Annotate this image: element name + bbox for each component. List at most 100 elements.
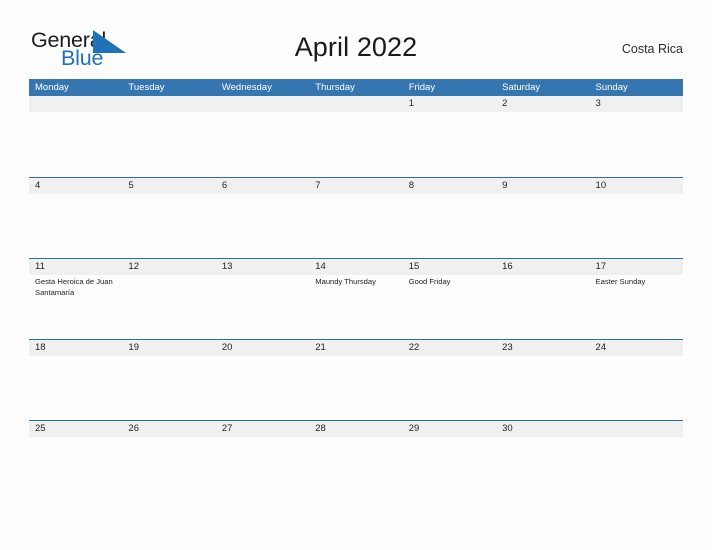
date-number-band: 4 5 6 7 8 9 10 xyxy=(29,177,683,194)
weekday-header-row: Monday Tuesday Wednesday Thursday Friday Satu… xyxy=(29,79,683,96)
day-cell[interactable] xyxy=(29,194,122,258)
day-cell[interactable] xyxy=(496,437,589,501)
day-number[interactable]: 17 xyxy=(590,259,683,275)
weekday-header-tuesday: Tuesday xyxy=(128,82,165,93)
day-cell[interactable] xyxy=(29,112,122,176)
day-cell[interactable] xyxy=(216,356,309,420)
day-number[interactable]: 3 xyxy=(590,96,683,112)
holiday-event: Easter Sunday xyxy=(595,277,646,286)
day-cell[interactable] xyxy=(309,437,402,501)
day-number[interactable]: 12 xyxy=(122,259,215,275)
day-number[interactable]: 15 xyxy=(403,259,496,275)
calendar-week-row: 4 5 6 7 8 9 10 xyxy=(29,177,683,258)
day-number[interactable]: 24 xyxy=(590,340,683,356)
holiday-event: Gesta Heroica de Juan Santamaría xyxy=(35,277,113,297)
day-number[interactable] xyxy=(216,96,309,112)
holiday-event: Good Friday xyxy=(408,277,451,286)
day-number[interactable]: 29 xyxy=(403,421,496,437)
day-number[interactable]: 9 xyxy=(496,178,589,194)
day-cell[interactable] xyxy=(590,194,683,258)
day-cell[interactable] xyxy=(496,112,589,176)
day-number[interactable]: 2 xyxy=(496,96,589,112)
day-number[interactable]: 10 xyxy=(590,178,683,194)
day-number[interactable]: 5 xyxy=(122,178,215,194)
day-cell[interactable] xyxy=(309,194,402,258)
day-number[interactable]: 18 xyxy=(29,340,122,356)
day-number[interactable]: 28 xyxy=(309,421,402,437)
week-events-row: Gesta Heroica de Juan Santamaría Maundy T… xyxy=(29,275,683,339)
day-number[interactable]: 13 xyxy=(216,259,309,275)
day-number[interactable]: 7 xyxy=(309,178,402,194)
day-number[interactable]: 14 xyxy=(309,259,402,275)
day-cell[interactable] xyxy=(403,356,496,420)
day-cell[interactable] xyxy=(403,437,496,501)
week-events-row xyxy=(29,437,683,501)
day-cell[interactable] xyxy=(403,194,496,258)
day-cell[interactable] xyxy=(29,437,122,501)
day-number[interactable]: 25 xyxy=(29,421,122,437)
date-number-band: 11 12 13 14 15 16 17 xyxy=(29,258,683,275)
day-cell[interactable] xyxy=(216,194,309,258)
calendar-week-row: 123 xyxy=(29,96,683,177)
day-number[interactable]: 20 xyxy=(216,340,309,356)
day-number[interactable]: 22 xyxy=(403,340,496,356)
day-cell[interactable] xyxy=(496,275,589,339)
weekday-header-friday: Friday xyxy=(408,82,436,93)
day-number[interactable]: 4 xyxy=(29,178,122,194)
day-cell[interactable] xyxy=(496,356,589,420)
day-number[interactable] xyxy=(122,96,215,112)
calendar-weeks: 1 2 3 4 5 6 7 8 9 10 11 12 13 14 15 16 17 Gesta Heroica d… xyxy=(29,96,683,501)
day-number[interactable]: 19 xyxy=(122,340,215,356)
page-header: General Blue April 2022 Costa Rica xyxy=(0,0,712,78)
day-number[interactable]: 26 xyxy=(122,421,215,437)
day-number[interactable] xyxy=(590,421,683,437)
day-number[interactable]: 8 xyxy=(403,178,496,194)
day-number[interactable]: 1 xyxy=(403,96,496,112)
day-number[interactable]: 16 xyxy=(496,259,589,275)
calendar-week-row: 11 12 13 14 15 16 17 Gesta Heroica de Juan Sant… xyxy=(29,258,683,339)
date-number-band: 25 26 27 28 29 30 xyxy=(29,420,683,437)
day-number[interactable] xyxy=(309,96,402,112)
calendar-week-row: 18 19 20 21 22 23 24 xyxy=(29,339,683,420)
page-title: April 2022 xyxy=(294,32,418,62)
holiday-event: Maundy Thursday xyxy=(315,277,376,286)
calendar-week-row: 25 26 27 28 29 30 xyxy=(29,420,683,501)
calendar-page: General Blue April 2022 Costa Rica Monda… xyxy=(0,0,712,550)
day-cell[interactable] xyxy=(122,112,215,176)
day-cell[interactable] xyxy=(496,194,589,258)
day-cell[interactable] xyxy=(403,112,496,176)
day-cell[interactable] xyxy=(216,112,309,176)
day-number[interactable]: 6 xyxy=(216,178,309,194)
day-cell[interactable] xyxy=(309,112,402,176)
week-events-row xyxy=(29,112,683,176)
day-cell[interactable] xyxy=(590,437,683,501)
weekday-header-saturday: Saturday xyxy=(502,82,541,93)
day-cell[interactable] xyxy=(122,275,215,339)
day-number[interactable]: 21 xyxy=(309,340,402,356)
region-label: Costa Rica xyxy=(621,42,683,56)
day-number[interactable]: 30 xyxy=(496,421,589,437)
day-cell[interactable]: Easter Sunday xyxy=(590,275,683,339)
day-cell[interactable] xyxy=(122,194,215,258)
day-cell[interactable]: Maundy Thursday xyxy=(309,275,402,339)
date-number-band: 18 19 20 21 22 23 24 xyxy=(29,339,683,356)
day-cell[interactable] xyxy=(590,112,683,176)
day-cell[interactable]: Gesta Heroica de Juan Santamaría xyxy=(29,275,122,339)
day-number[interactable]: 27 xyxy=(216,421,309,437)
day-cell[interactable] xyxy=(309,356,402,420)
week-events-row xyxy=(29,356,683,420)
day-cell[interactable] xyxy=(590,356,683,420)
day-number[interactable] xyxy=(29,96,122,112)
day-cell[interactable] xyxy=(29,356,122,420)
day-cell[interactable] xyxy=(216,275,309,339)
day-cell[interactable] xyxy=(216,437,309,501)
day-number[interactable]: 23 xyxy=(496,340,589,356)
weekday-header-sunday: Sunday xyxy=(595,82,628,93)
day-cell[interactable]: Good Friday xyxy=(403,275,496,339)
day-number[interactable]: 11 xyxy=(29,259,122,275)
weekday-header-thursday: Thursday xyxy=(315,82,355,93)
week-events-row xyxy=(29,194,683,258)
calendar-grid: Monday Tuesday Wednesday Thursday Friday Satu… xyxy=(29,79,683,501)
day-cell[interactable] xyxy=(122,437,215,501)
day-cell[interactable] xyxy=(122,356,215,420)
